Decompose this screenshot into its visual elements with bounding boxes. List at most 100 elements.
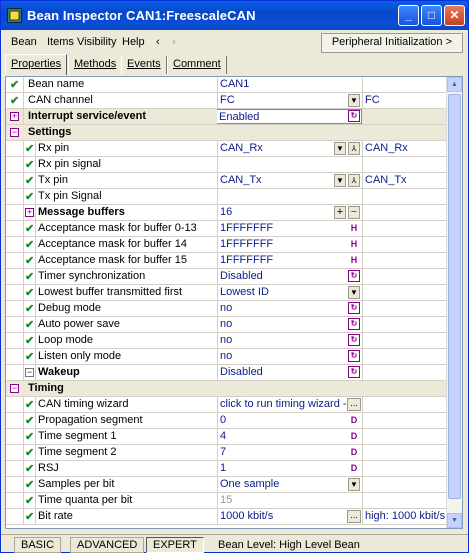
- ellipsis-button[interactable]: ...: [347, 398, 361, 411]
- row-value[interactable]: no: [217, 317, 362, 332]
- table-row[interactable]: ✔ Tx pin Signal: [6, 189, 447, 205]
- table-row[interactable]: ✔ CAN timing wizard click to run timing …: [6, 397, 447, 413]
- pin-icon[interactable]: ⅄: [348, 142, 360, 155]
- row-value[interactable]: click to run timing wizard ->: [217, 397, 362, 412]
- decimal-icon[interactable]: D: [348, 446, 360, 458]
- expert-button[interactable]: EXPERT: [146, 537, 204, 553]
- category-row[interactable]: − Timing: [6, 381, 447, 397]
- menu-help[interactable]: Help: [122, 36, 145, 48]
- tab-events[interactable]: Events: [121, 56, 167, 74]
- table-row[interactable]: ✔ Listen only mode no ↻: [6, 349, 447, 365]
- table-row[interactable]: + Message buffers 16 + −: [6, 205, 447, 221]
- table-row[interactable]: ✔ Time segment 1 4 D: [6, 429, 447, 445]
- expand-icon[interactable]: +: [10, 112, 19, 121]
- row-value[interactable]: One sample: [217, 477, 362, 492]
- expand-icon[interactable]: +: [25, 208, 34, 217]
- collapse-icon[interactable]: −: [10, 384, 19, 393]
- table-row[interactable]: ✔ Auto power save no ↻: [6, 317, 447, 333]
- toggle-icon[interactable]: ↻: [348, 334, 360, 346]
- table-row[interactable]: ✔ RSJ 1 D: [6, 461, 447, 477]
- peripheral-initialization-button[interactable]: Peripheral Initialization >: [320, 33, 463, 53]
- toggle-icon[interactable]: ↻: [348, 350, 360, 362]
- minimize-button[interactable]: _: [398, 5, 419, 26]
- title-bar[interactable]: Bean Inspector CAN1:FreescaleCAN _ □ ✕: [1, 1, 468, 30]
- table-row[interactable]: ✔ Acceptance mask for buffer 0-13 1FFFFF…: [6, 221, 447, 237]
- table-row[interactable]: ✔ Acceptance mask for buffer 14 1FFFFFFF…: [6, 237, 447, 253]
- table-row[interactable]: ✔ Loop mode no ↻: [6, 333, 447, 349]
- toggle-icon[interactable]: ↻: [348, 270, 360, 282]
- advanced-button[interactable]: ADVANCED: [70, 537, 145, 553]
- basic-button[interactable]: BASIC: [14, 537, 62, 553]
- table-row[interactable]: ✔ Lowest buffer transmitted first Lowest…: [6, 285, 447, 301]
- forward-arrow-icon[interactable]: ›: [172, 36, 176, 48]
- row-value[interactable]: 1: [217, 461, 362, 476]
- scroll-thumb[interactable]: [448, 94, 461, 499]
- row-value[interactable]: 1FFFFFFF: [217, 237, 362, 252]
- table-row[interactable]: ✔ Samples per bit One sample ▼: [6, 477, 447, 493]
- row-value[interactable]: FC: [217, 93, 362, 108]
- table-row[interactable]: ✔ CAN channel FC ▼ FC: [6, 93, 447, 109]
- decimal-icon[interactable]: D: [348, 462, 360, 474]
- menu-items-visibility[interactable]: Items Visibility: [47, 36, 116, 48]
- row-value[interactable]: 4: [217, 429, 362, 444]
- table-row[interactable]: − Wakeup Disabled ↻: [6, 365, 447, 381]
- toggle-icon[interactable]: ↻: [348, 302, 360, 314]
- scroll-down-icon[interactable]: ▼: [447, 513, 462, 528]
- table-row[interactable]: ✔ Time segment 2 7 D: [6, 445, 447, 461]
- table-row[interactable]: ✔ Acceptance mask for buffer 15 1FFFFFFF…: [6, 253, 447, 269]
- row-value[interactable]: 0: [217, 413, 362, 428]
- table-row[interactable]: ✔ Rx pin signal: [6, 157, 447, 173]
- table-row[interactable]: ✔ Debug mode no ↻: [6, 301, 447, 317]
- maximize-button[interactable]: □: [421, 5, 442, 26]
- table-row[interactable]: ✔ Timer synchronization Disabled ↻: [6, 269, 447, 285]
- remove-icon[interactable]: −: [348, 206, 360, 219]
- collapse-icon[interactable]: −: [25, 368, 34, 377]
- dropdown-arrow-icon[interactable]: ▼: [348, 94, 360, 107]
- row-value[interactable]: Disabled: [217, 365, 362, 380]
- row-value[interactable]: Lowest ID: [217, 285, 362, 300]
- tab-properties[interactable]: Properties: [5, 54, 68, 75]
- row-value[interactable]: [217, 157, 362, 172]
- hex-icon[interactable]: H: [348, 222, 360, 234]
- table-row[interactable]: ✔ Bit rate 1000 kbit/s ... high: 1000 kb…: [6, 509, 447, 525]
- hex-icon[interactable]: H: [348, 238, 360, 250]
- table-row[interactable]: ✔ Rx pin CAN_Rx ▼ ⅄ CAN_Rx: [6, 141, 447, 157]
- dropdown-arrow-icon[interactable]: ▼: [348, 286, 360, 299]
- row-value[interactable]: 1000 kbit/s: [217, 509, 362, 524]
- table-row[interactable]: ✔ Bean name CAN1: [6, 77, 447, 93]
- row-value[interactable]: no: [217, 333, 362, 348]
- vertical-scrollbar[interactable]: ▲ ▼: [446, 77, 462, 528]
- table-row[interactable]: + Interrupt service/event Enabled ↻: [6, 109, 447, 125]
- row-value[interactable]: 7: [217, 445, 362, 460]
- row-value[interactable]: Disabled: [217, 269, 362, 284]
- row-value[interactable]: no: [217, 349, 362, 364]
- toggle-icon[interactable]: ↻: [348, 318, 360, 330]
- table-row[interactable]: ✔ Tx pin CAN_Tx ▼ ⅄ CAN_Tx: [6, 173, 447, 189]
- row-value[interactable]: no: [217, 301, 362, 316]
- ellipsis-button[interactable]: ...: [347, 510, 361, 523]
- dropdown-arrow-icon[interactable]: ▼: [334, 142, 346, 155]
- menu-bean[interactable]: Bean: [11, 36, 37, 48]
- tab-methods[interactable]: Methods: [68, 56, 123, 74]
- decimal-icon[interactable]: D: [348, 430, 360, 442]
- hex-icon[interactable]: H: [348, 254, 360, 266]
- row-value[interactable]: Enabled: [217, 109, 362, 124]
- table-row[interactable]: ✔ Propagation segment 0 D: [6, 413, 447, 429]
- close-button[interactable]: ✕: [444, 5, 465, 26]
- dropdown-arrow-icon[interactable]: ▼: [348, 478, 360, 491]
- back-arrow-icon[interactable]: ‹: [156, 36, 160, 48]
- tab-comment[interactable]: Comment: [167, 56, 227, 74]
- collapse-icon[interactable]: −: [10, 128, 19, 137]
- category-row[interactable]: − Settings: [6, 125, 447, 141]
- row-value[interactable]: CAN1: [217, 77, 362, 92]
- table-row[interactable]: ✔ Time quanta per bit 15: [6, 493, 447, 509]
- row-value[interactable]: [217, 189, 362, 204]
- row-value[interactable]: 1FFFFFFF: [217, 221, 362, 236]
- toggle-icon[interactable]: ↻: [348, 110, 360, 122]
- add-icon[interactable]: +: [334, 206, 346, 219]
- pin-icon[interactable]: ⅄: [348, 174, 360, 187]
- scroll-up-icon[interactable]: ▲: [447, 77, 462, 92]
- toggle-icon[interactable]: ↻: [348, 366, 360, 378]
- row-value[interactable]: 1FFFFFFF: [217, 253, 362, 268]
- decimal-icon[interactable]: D: [348, 414, 360, 426]
